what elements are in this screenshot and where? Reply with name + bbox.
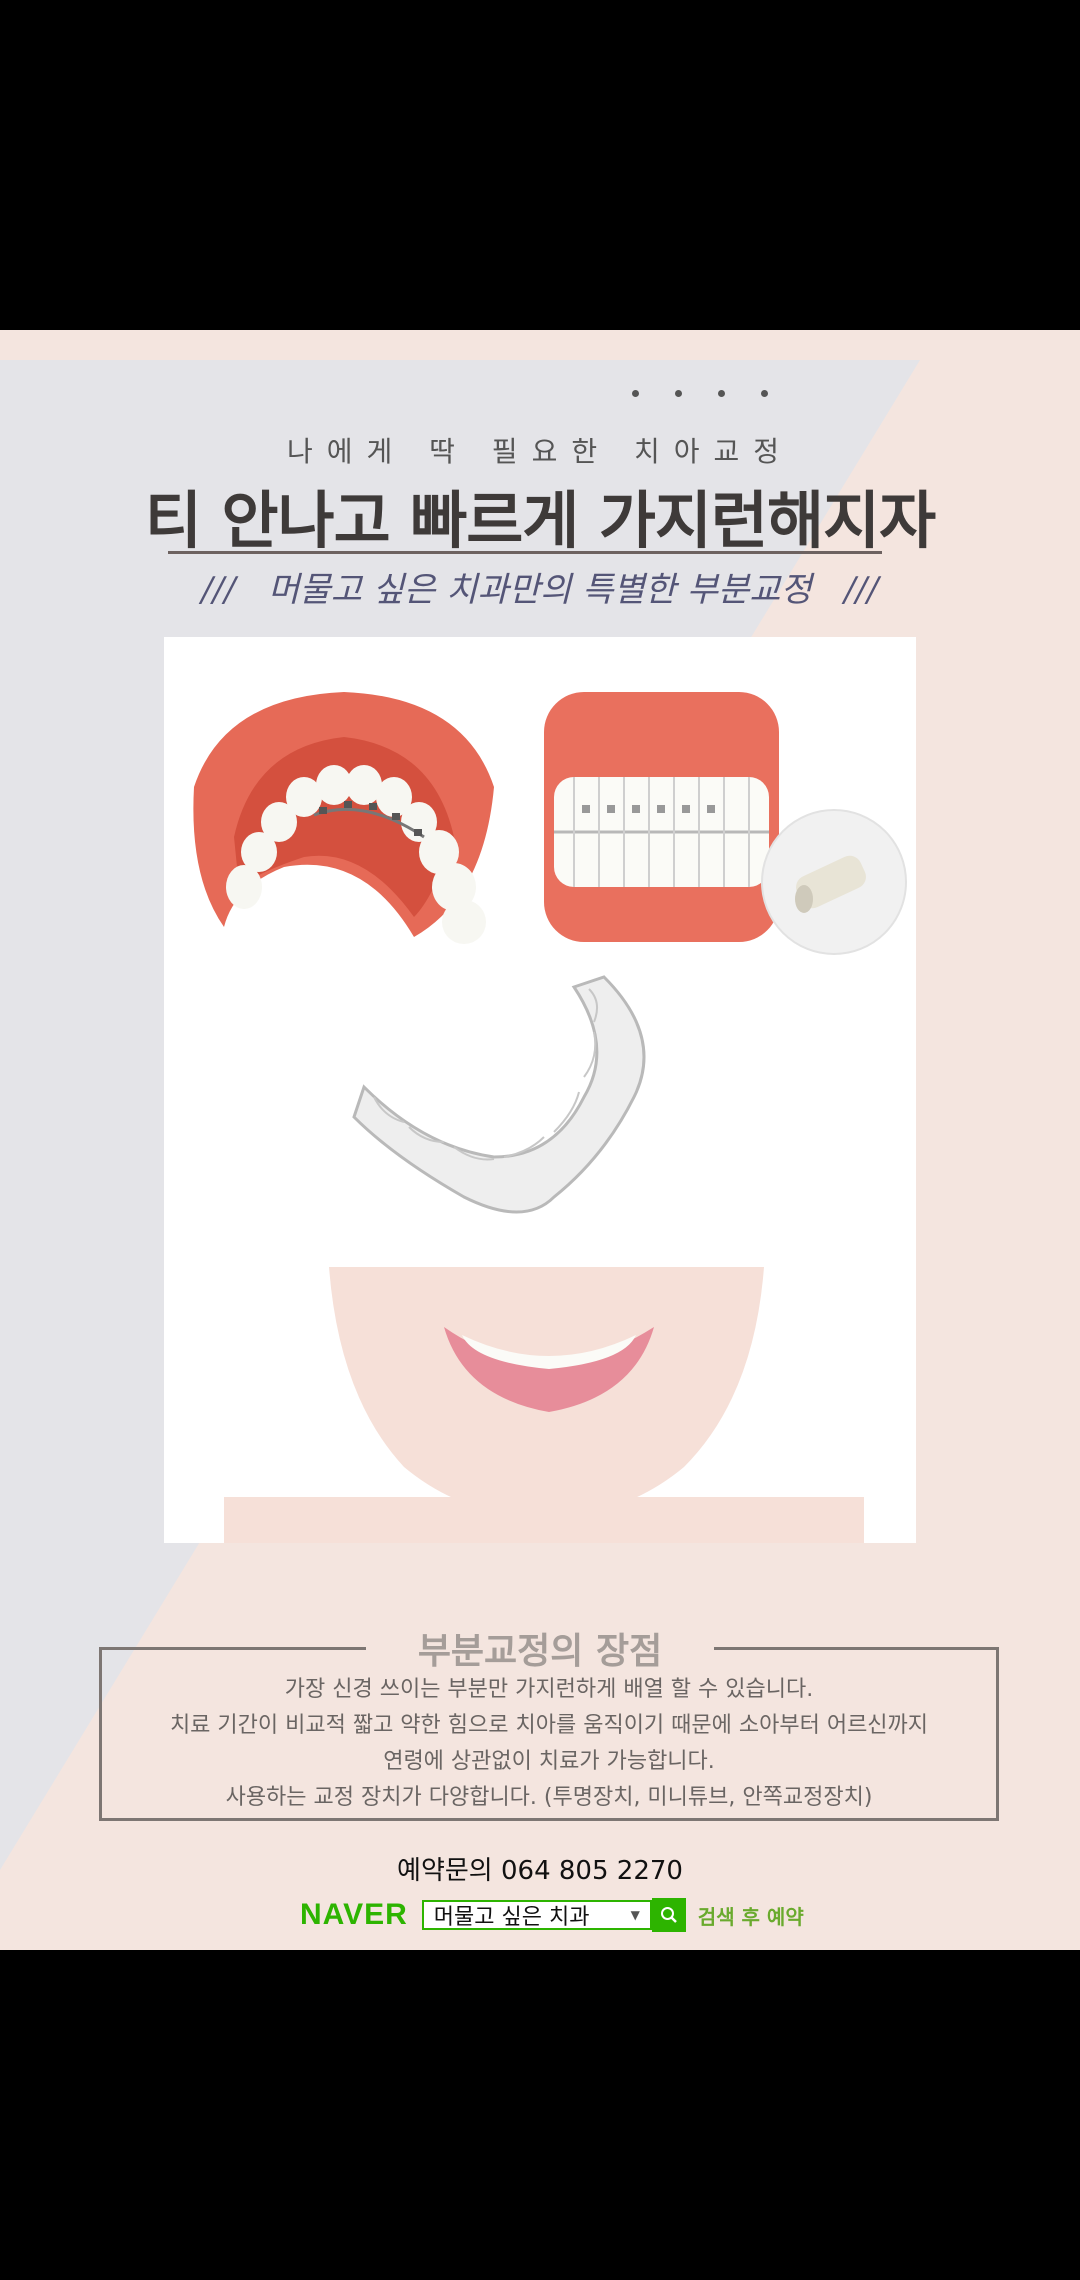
braces-photo (164, 637, 916, 1543)
braces-illustration (193, 692, 907, 1543)
lingual-braces-model-image (193, 692, 494, 944)
decorative-dots (632, 390, 768, 397)
poster-title: 티 안나고 빠르게 가지런해지자 (144, 484, 936, 557)
naver-search-banner: NAVER 머물고 싶은 치과 ▼ 검색 후 예약 (300, 1898, 804, 1932)
dot (761, 390, 768, 397)
poster-subtitle: 나에게 딱 필요한 치아교정 (286, 435, 794, 468)
advantages-list: 가장 신경 쓰이는 부분만 가지런하게 배열 할 수 있습니다. 치료 기간이 … (99, 1672, 999, 1816)
search-then-reserve-label: 검색 후 예약 (697, 1904, 804, 1929)
smiling-woman-image (224, 1267, 864, 1543)
advantage-line: 치료 기간이 비교적 짧고 약한 힘으로 치아를 움직이기 때문에 소아부터 어… (169, 1713, 929, 1738)
full-braces-model-image (544, 692, 907, 955)
dot (632, 390, 639, 397)
naver-search-input[interactable]: 머물고 싶은 치과 ▼ (421, 1900, 652, 1930)
advantage-line: 연령에 상관없이 치료가 가능합니다. (383, 1749, 715, 1774)
clear-aligner-image (352, 975, 646, 1214)
advantage-line: 가장 신경 쓰이는 부분만 가지런하게 배열 할 수 있습니다. (284, 1677, 814, 1702)
search-button[interactable] (651, 1898, 686, 1932)
advantages-heading: 부분교정의 장점 (0, 1622, 1080, 1674)
ad-poster: 나에게 딱 필요한 치아교정 티 안나고 빠르게 가지런해지자 /// 머물고 … (0, 330, 1080, 1950)
search-icon (660, 1907, 677, 1923)
dropdown-caret-icon: ▼ (630, 1908, 640, 1922)
dot (718, 390, 725, 397)
advantages-heading-text: 부분교정의 장점 (365, 1622, 715, 1674)
advantage-line: 사용하는 교정 장치가 다양합니다. (투명장치, 미니튜브, 안쪽교정장치) (225, 1785, 873, 1810)
dot (675, 390, 682, 397)
poster-tagline: /// 머물고 싶은 치과만의 특별한 부분교정 /// (201, 570, 879, 610)
naver-logo: NAVER (300, 1898, 408, 1931)
reservation-phone[interactable]: 예약문의 064 805 2270 (0, 1850, 1080, 1887)
search-query-text: 머물고 싶은 치과 (433, 1905, 590, 1930)
title-divider (168, 551, 882, 554)
